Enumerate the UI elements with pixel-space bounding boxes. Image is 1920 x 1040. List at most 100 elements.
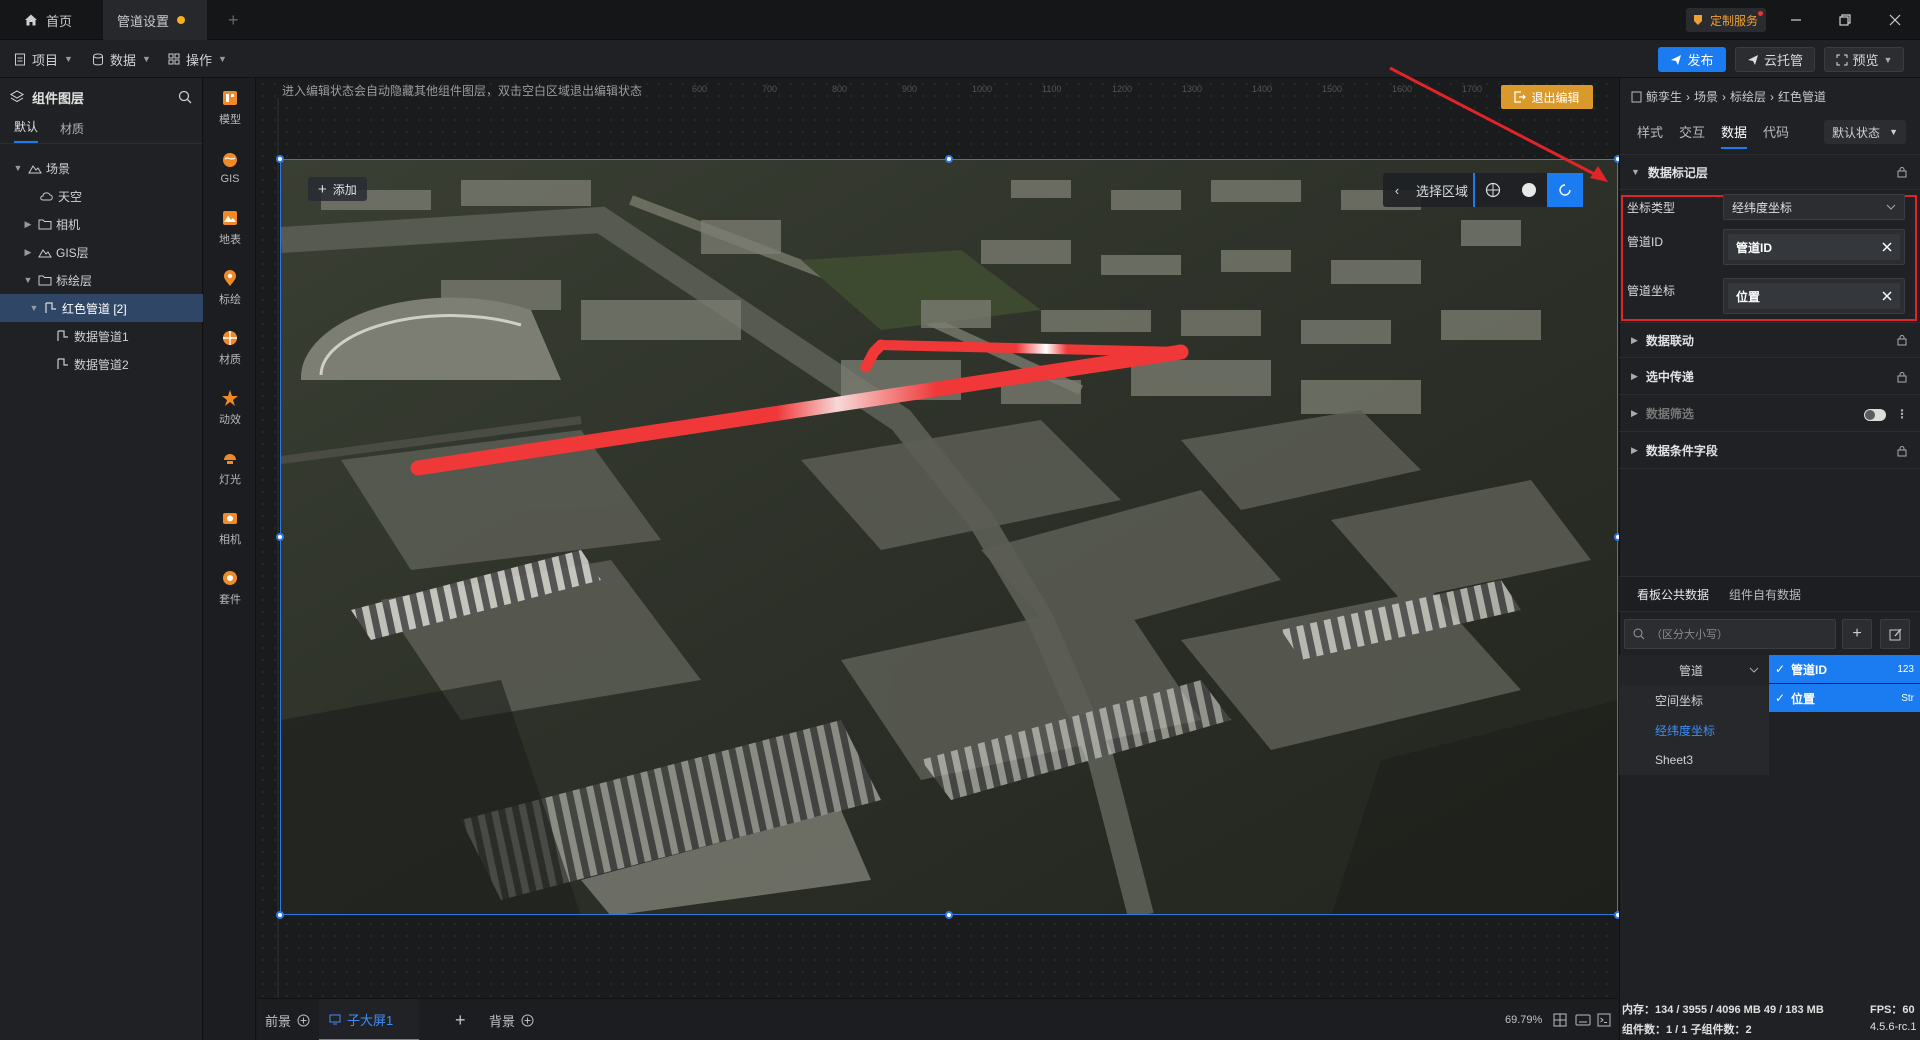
grid-icon bbox=[168, 53, 180, 65]
tree-item-scene[interactable]: ▼ 场景 bbox=[0, 154, 203, 182]
more-icon[interactable]: ⋮ bbox=[1896, 407, 1908, 421]
resize-handle[interactable] bbox=[945, 911, 953, 919]
pipe-coord-chip[interactable]: 位置 bbox=[1728, 283, 1900, 309]
add-label: 添加 bbox=[332, 182, 357, 197]
tree-item-red-pipe[interactable]: ▼ 红色管道 [2] bbox=[0, 294, 203, 322]
custom-service-button[interactable]: 定制服务 bbox=[1686, 8, 1767, 32]
menu-operation[interactable]: 操作 ▼ bbox=[168, 40, 227, 78]
resize-handle[interactable] bbox=[276, 533, 284, 541]
menu-operation-label: 操作 bbox=[186, 52, 213, 68]
tree-item-data-pipe-1[interactable]: 数据管道1 bbox=[0, 322, 203, 350]
source-group-pipe[interactable]: 管道 bbox=[1619, 655, 1769, 685]
lock-icon[interactable] bbox=[1896, 371, 1908, 383]
tab-material[interactable]: 材质 bbox=[60, 120, 84, 143]
breadcrumb-item[interactable]: 鲸孪生 bbox=[1646, 88, 1682, 105]
tab-sub-screen-1[interactable]: 子大屏1 bbox=[319, 999, 419, 1040]
state-select[interactable]: 默认状态 ▼ bbox=[1824, 120, 1906, 144]
source-item-selected[interactable]: 经纬度坐标 bbox=[1619, 715, 1769, 745]
tool-effects[interactable]: 动效 bbox=[204, 378, 256, 438]
tool-kit[interactable]: 套件 bbox=[204, 558, 256, 618]
zoom-level[interactable]: 69.79% bbox=[1505, 999, 1542, 1040]
cloud-hosting-button[interactable]: 云托管 bbox=[1735, 47, 1815, 72]
tree-item-data-pipe-2[interactable]: 数据管道2 bbox=[0, 350, 203, 378]
lock-icon[interactable] bbox=[1896, 445, 1908, 457]
close-icon[interactable] bbox=[1882, 291, 1892, 301]
tab-default[interactable]: 默认 bbox=[14, 118, 39, 143]
breadcrumb-item[interactable]: 场景 bbox=[1694, 88, 1718, 105]
add-button[interactable]: + 添加 bbox=[308, 177, 367, 201]
menu-project-label: 项目 bbox=[32, 52, 59, 68]
ruler-tick: 1100 bbox=[1042, 84, 1062, 94]
tab-home[interactable]: 首页 bbox=[10, 0, 86, 40]
source-item[interactable]: Sheet3 bbox=[1619, 745, 1769, 775]
tab-code[interactable]: 代码 bbox=[1763, 122, 1789, 149]
edit-source-button[interactable] bbox=[1880, 619, 1910, 649]
lock-icon[interactable] bbox=[1896, 166, 1908, 178]
menu-data[interactable]: 数据 ▼ bbox=[92, 40, 151, 78]
field-item-position[interactable]: ✓ 位置 Str bbox=[1769, 684, 1920, 712]
pipe-id-field[interactable]: 管道ID bbox=[1723, 229, 1905, 265]
lock-icon[interactable] bbox=[1896, 334, 1908, 346]
breadcrumb-item[interactable]: 标绘层 bbox=[1730, 88, 1766, 105]
publish-button[interactable]: 发布 bbox=[1658, 47, 1726, 72]
resize-handle[interactable] bbox=[276, 155, 284, 163]
tool-gis[interactable]: GIS bbox=[204, 138, 256, 198]
tree-item-gis-layer[interactable]: ▶ GIS层 bbox=[0, 238, 203, 266]
section-condition-fields[interactable]: ▶ 数据条件字段 bbox=[1619, 433, 1920, 469]
preview-button[interactable]: 预览 ▼ bbox=[1824, 47, 1904, 72]
field-search-input[interactable]: （区分大小写） bbox=[1624, 619, 1836, 649]
coord-type-select[interactable]: 经纬度坐标 bbox=[1723, 194, 1905, 220]
tab-background[interactable]: 背景 bbox=[489, 999, 534, 1040]
tool-light[interactable]: 灯光 bbox=[204, 438, 256, 498]
pipe-id-chip[interactable]: 管道ID bbox=[1728, 234, 1900, 260]
tab-style[interactable]: 样式 bbox=[1637, 122, 1663, 149]
terminal-icon bbox=[1597, 1013, 1611, 1027]
tab-label: 前景 bbox=[265, 1013, 292, 1029]
3d-scene-viewport[interactable] bbox=[280, 159, 1618, 915]
tool-model[interactable]: 模型 bbox=[204, 78, 256, 138]
tree-item-sky[interactable]: 天空 bbox=[0, 182, 203, 210]
restore-button[interactable] bbox=[1822, 0, 1868, 40]
caret-right-icon: ▶ bbox=[1631, 408, 1638, 418]
tab-own-data[interactable]: 组件自有数据 bbox=[1729, 586, 1801, 603]
console-button[interactable] bbox=[1597, 999, 1611, 1040]
left-ruler bbox=[277, 98, 279, 998]
add-circle-icon[interactable] bbox=[521, 1014, 534, 1027]
field-item-pipe-id[interactable]: ✓ 管道ID 123 bbox=[1769, 655, 1920, 683]
tool-plot[interactable]: 标绘 bbox=[204, 258, 256, 318]
filter-toggle[interactable] bbox=[1864, 409, 1886, 421]
tree-item-camera[interactable]: ▶ 相机 bbox=[0, 210, 203, 238]
tool-material[interactable]: 材质 bbox=[204, 318, 256, 378]
search-icon[interactable] bbox=[178, 90, 192, 104]
tab-public-data[interactable]: 看板公共数据 bbox=[1637, 586, 1709, 603]
tab-data[interactable]: 数据 bbox=[1721, 122, 1748, 149]
pipe-coord-field[interactable]: 位置 bbox=[1723, 278, 1905, 314]
add-screen-button[interactable]: + bbox=[455, 999, 466, 1040]
tool-terrain[interactable]: 地表 bbox=[204, 198, 256, 258]
kit-icon bbox=[223, 571, 237, 585]
pipe-icon bbox=[57, 358, 68, 369]
tab-foreground[interactable]: 前景 bbox=[265, 999, 310, 1040]
section-select-pass[interactable]: ▶ 选中传递 bbox=[1619, 359, 1920, 395]
fit-screen-button[interactable] bbox=[1553, 999, 1567, 1040]
close-window-button[interactable] bbox=[1872, 0, 1918, 40]
section-title: 数据条件字段 bbox=[1645, 444, 1718, 458]
tool-camera[interactable]: 相机 bbox=[204, 498, 256, 558]
add-circle-icon[interactable] bbox=[297, 1014, 310, 1027]
tab-interaction[interactable]: 交互 bbox=[1679, 122, 1705, 149]
resize-handle[interactable] bbox=[276, 911, 284, 919]
section-data-marker-layer[interactable]: ▼ 数据标记层 bbox=[1619, 154, 1920, 190]
tab-pipe-settings[interactable]: 管道设置 bbox=[103, 0, 207, 40]
section-data-linkage[interactable]: ▶ 数据联动 bbox=[1619, 322, 1920, 358]
add-source-button[interactable]: + bbox=[1842, 619, 1872, 649]
tree-item-plot-layer[interactable]: ▼ 标绘层 bbox=[0, 266, 203, 294]
minimize-button[interactable] bbox=[1773, 0, 1819, 40]
resize-handle[interactable] bbox=[945, 155, 953, 163]
source-item[interactable]: 空间坐标 bbox=[1619, 685, 1769, 715]
close-icon[interactable] bbox=[1882, 242, 1892, 252]
edit-icon bbox=[1889, 628, 1901, 640]
checkmark-icon: ✓ bbox=[1775, 691, 1786, 705]
new-tab-button[interactable]: + bbox=[214, 0, 253, 40]
keyboard-button[interactable] bbox=[1575, 999, 1591, 1040]
menu-project[interactable]: 项目 ▼ bbox=[14, 40, 73, 78]
